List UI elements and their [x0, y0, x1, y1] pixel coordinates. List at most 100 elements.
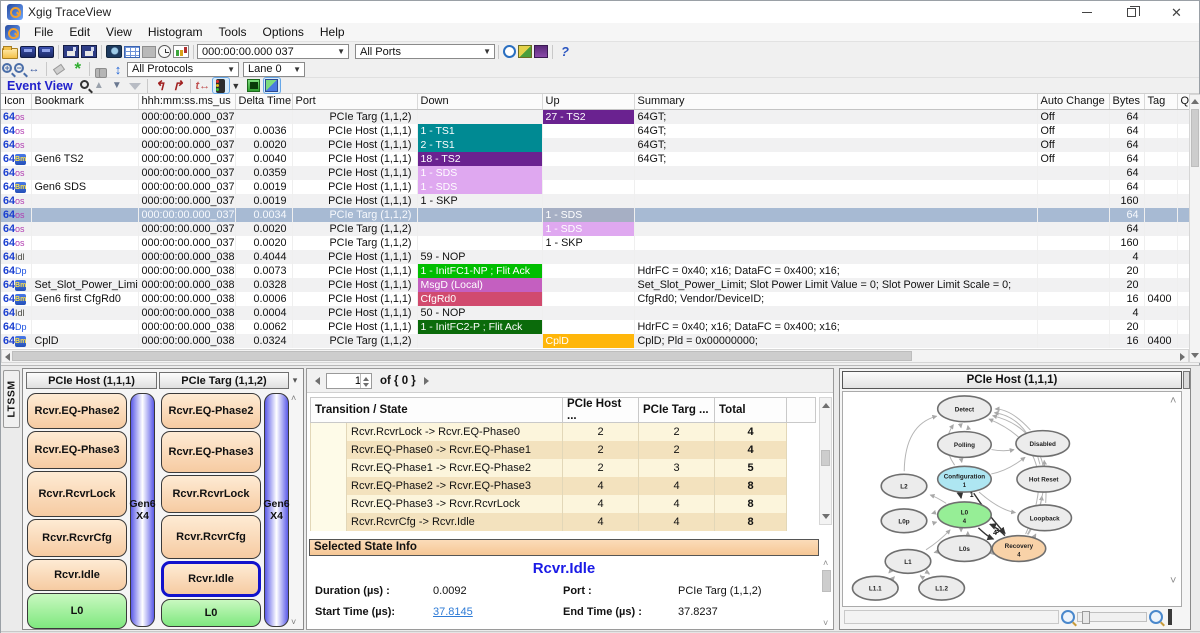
table-row[interactable]: 64BmGen6 TS2000:00:00.000_0370.0040PCIe …: [1, 152, 1189, 166]
relative-time-icon[interactable]: t↔: [195, 78, 211, 93]
table-header-row[interactable]: IconBookmarkhhh:mm:ss.ms_usDelta TimePor…: [1, 94, 1189, 109]
diagram-horizontal-scrollbar[interactable]: [844, 610, 1059, 624]
prev-event-icon[interactable]: ▲: [91, 78, 107, 93]
state-diagram-svg[interactable]: 134 DetectPollingDisabledConfiguration1H…: [843, 392, 1181, 606]
time-selector[interactable]: 000:00:00.000 037 ▼: [197, 44, 349, 59]
ltssm-state-rcvr-idle[interactable]: Rcvr.Idle: [27, 559, 127, 591]
ltssm-state-rcvr-rcvrcfg[interactable]: Rcvr.RcvrCfg: [27, 519, 127, 557]
scrollbar-thumb[interactable]: [821, 450, 830, 466]
save-icon[interactable]: [63, 45, 79, 58]
ltssm-header-dropdown-icon[interactable]: ▾: [289, 374, 301, 387]
bookmark-icon[interactable]: Bm: [15, 154, 26, 165]
column-header-bytes[interactable]: Bytes: [1109, 94, 1144, 109]
scroll-right-icon[interactable]: [1180, 353, 1185, 361]
state-node-l0s[interactable]: L0s: [938, 536, 992, 562]
traffic-light-icon[interactable]: [216, 79, 225, 93]
ltssm-state-rcvr-rcvrlock[interactable]: Rcvr.RcvrLock: [161, 475, 261, 513]
packet-chip[interactable]: 1 - SDS: [418, 180, 542, 194]
table-row[interactable]: 64Idl000:00:00.000_0380.0004PCIe Host (1…: [1, 306, 1189, 320]
transition-row[interactable]: Rcvr.EQ-Phase3 -> Rcvr.RcvrLock448: [311, 495, 816, 513]
table-row[interactable]: 64os000:00:00.000_0370.0359PCIe Host (1,…: [1, 166, 1189, 180]
page-prev-icon[interactable]: [315, 377, 320, 385]
grid-view-icon[interactable]: [124, 46, 140, 58]
transition-row[interactable]: Rcvr.RcvrLock -> Rcvr.EQ-Phase0224: [311, 423, 816, 441]
packet-chip[interactable]: 18 - TS2: [418, 152, 542, 166]
table-row[interactable]: 64os000:00:00.000_0370.0020PCIe Targ (1,…: [1, 222, 1189, 236]
column-header-up[interactable]: Up: [542, 94, 634, 109]
table-row[interactable]: 64BmSet_Slot_Power_Limit000:00:00.000_03…: [1, 278, 1189, 292]
table-row[interactable]: 64BmGen6 first CfgRd0000:00:00.000_0380.…: [1, 292, 1189, 306]
scrollbar-thumb[interactable]: [12, 351, 912, 361]
packet-chip[interactable]: 27 - TS2: [543, 110, 634, 124]
ltssm-state-l0[interactable]: L0: [27, 593, 127, 629]
table-row[interactable]: 64BmCplD000:00:00.000_0380.0324PCIe Targ…: [1, 334, 1189, 348]
export-trace-icon[interactable]: [38, 46, 54, 58]
zoom-out-icon[interactable]: −: [14, 63, 24, 73]
column-header-hhh-mm-ss-ms-us[interactable]: hhh:mm:ss.ms_us: [138, 94, 235, 109]
table-row[interactable]: 64os000:00:00.000_0370.0020PCIe Host (1,…: [1, 138, 1189, 152]
ports-selector[interactable]: All Ports ▼: [355, 44, 495, 59]
scroll-up-icon[interactable]: ˄: [823, 558, 828, 568]
column-header-port[interactable]: Port: [292, 94, 417, 109]
fit-width-icon[interactable]: ↔: [26, 62, 42, 77]
bookmark-icon[interactable]: Bm: [15, 280, 26, 291]
protocols-selector[interactable]: All Protocols ▼: [127, 62, 239, 77]
table-row[interactable]: 64os000:00:00.000_0370.0034PCIe Targ (1,…: [1, 208, 1189, 222]
transition-row[interactable]: Rcvr.EQ-Phase1 -> Rcvr.EQ-Phase2235: [311, 459, 816, 477]
table-horizontal-scrollbar[interactable]: [1, 349, 1189, 363]
transition-row[interactable]: Rcvr.RcvrCfg -> Rcvr.Idle448: [311, 513, 816, 531]
zoom-slider-thumb[interactable]: [1082, 611, 1090, 624]
state-node-loopback[interactable]: Loopback: [1018, 505, 1072, 531]
spin-up-icon[interactable]: [363, 377, 369, 381]
collapsed-panel-strip[interactable]: [1183, 371, 1190, 389]
scroll-down-icon[interactable]: [822, 514, 830, 519]
packet-chip[interactable]: CplD: [543, 334, 634, 348]
transition-row[interactable]: Rcvr.EQ-Phase0 -> Rcvr.EQ-Phase1224: [311, 441, 816, 459]
bookmark-icon[interactable]: Bm: [15, 294, 26, 305]
spin-down-icon[interactable]: [363, 383, 369, 387]
scroll-down-icon[interactable]: ˅: [291, 617, 296, 627]
scrollbar-thumb[interactable]: [1191, 109, 1199, 167]
ltssm-state-rcvr-eq-phase2[interactable]: Rcvr.EQ-Phase2: [27, 393, 127, 429]
packet-chip[interactable]: CfgRd0: [418, 292, 542, 306]
time-info-icon[interactable]: [503, 45, 516, 58]
state-node-polling[interactable]: Polling: [938, 432, 992, 458]
lane-selector[interactable]: Lane 0 ▼: [243, 62, 305, 77]
column-header-bookmark[interactable]: Bookmark: [31, 94, 138, 109]
expert-view-icon[interactable]: [265, 79, 278, 92]
selected-state-scrollbar[interactable]: ˄ ˅: [821, 558, 833, 628]
state-node-recovery[interactable]: Recovery4: [992, 536, 1046, 562]
histogram-icon[interactable]: [534, 45, 548, 58]
scroll-down-icon[interactable]: ˅: [1170, 575, 1176, 587]
table-row[interactable]: 64BmGen6 SDS000:00:00.000_0370.0019PCIe …: [1, 180, 1189, 194]
page-spinner[interactable]: [326, 373, 372, 389]
table-row[interactable]: 64os000:00:00.000_037PCIe Targ (1,1,2)27…: [1, 109, 1189, 124]
menu-item-edit[interactable]: Edit: [61, 23, 98, 41]
packet-chip[interactable]: 2 - TS1: [418, 138, 542, 152]
ltssm-state-rcvr-rcvrlock[interactable]: Rcvr.RcvrLock: [27, 471, 127, 517]
column-header-auto-change[interactable]: Auto Change: [1037, 94, 1109, 109]
column-header-delta-time[interactable]: Delta Time: [235, 94, 292, 109]
tag-icon[interactable]: [53, 63, 65, 74]
state-node-config[interactable]: Configuration1: [938, 466, 992, 492]
panel-resize-handle[interactable]: [1168, 609, 1172, 625]
page-next-icon[interactable]: [424, 377, 429, 385]
transitions-scrollbar[interactable]: [819, 397, 832, 525]
column-header-summary[interactable]: Summary: [634, 94, 1037, 109]
ltssm-tab[interactable]: LTSSM: [3, 370, 20, 428]
traffic-light-dropdown-icon[interactable]: ▼: [228, 78, 244, 93]
report-icon[interactable]: [518, 45, 532, 58]
filter-icon[interactable]: [129, 83, 141, 90]
state-node-l2[interactable]: L2: [881, 474, 927, 498]
ltssm-state-rcvr-eq-phase2[interactable]: Rcvr.EQ-Phase2: [161, 393, 261, 429]
ltssm-targ-header[interactable]: PCIe Targ (1,1,2): [159, 372, 289, 389]
packet-chip[interactable]: 1 - SDS: [543, 208, 634, 222]
ltssm-state-rcvr-eq-phase3[interactable]: Rcvr.EQ-Phase3: [161, 431, 261, 473]
ltssm-state-rcvr-eq-phase3[interactable]: Rcvr.EQ-Phase3: [27, 431, 127, 469]
marker-icon[interactable]: *: [69, 62, 85, 77]
jump-forward-icon[interactable]: ↱: [170, 78, 186, 93]
table-row[interactable]: 64Idl000:00:00.000_0380.4044PCIe Host (1…: [1, 250, 1189, 264]
table-row[interactable]: 64Dp000:00:00.000_0380.0073PCIe Host (1,…: [1, 264, 1189, 278]
ltssm-host-header[interactable]: PCIe Host (1,1,1): [26, 372, 157, 389]
timer-icon[interactable]: [158, 45, 171, 58]
